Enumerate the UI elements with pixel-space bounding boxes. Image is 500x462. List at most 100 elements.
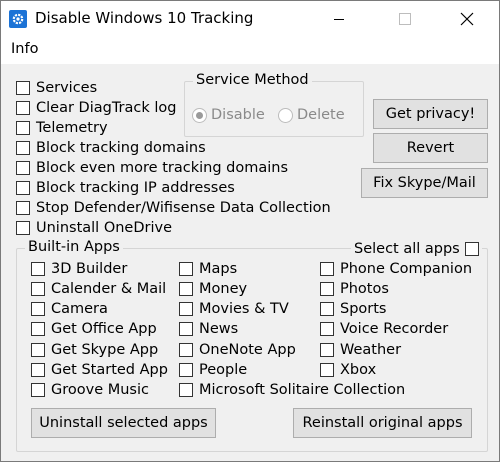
option-label: Clear DiagTrack log	[36, 100, 177, 116]
app-label: Money	[199, 281, 248, 297]
option-telemetry[interactable]: Telemetry	[16, 118, 108, 138]
checkbox[interactable]	[179, 322, 193, 336]
builtin-apps-label: Built-in Apps	[25, 239, 123, 255]
minimize-button[interactable]	[316, 1, 362, 36]
checkbox[interactable]	[320, 322, 334, 336]
radio-button[interactable]	[192, 107, 207, 123]
option-label: Block tracking IP addresses	[36, 180, 235, 196]
checkbox[interactable]	[31, 343, 45, 357]
select-all-apps[interactable]: Select all apps	[351, 239, 482, 259]
app-label: Voice Recorder	[340, 321, 449, 337]
app-phone-companion[interactable]: Phone Companion	[320, 259, 472, 279]
select-all-label: Select all apps	[354, 241, 460, 257]
app-money[interactable]: Money	[179, 279, 247, 299]
checkbox[interactable]	[464, 242, 479, 256]
checkbox[interactable]	[16, 141, 30, 155]
app-label: Xbox	[340, 362, 377, 378]
app-people[interactable]: People	[179, 360, 247, 380]
option-block-domains[interactable]: Block tracking domains	[16, 138, 206, 158]
app-xbox[interactable]: Xbox	[320, 360, 376, 380]
checkbox[interactable]	[179, 262, 193, 276]
option-label: Block tracking domains	[36, 140, 206, 156]
checkbox[interactable]	[179, 282, 193, 296]
checkbox[interactable]	[31, 363, 45, 377]
option-services[interactable]: Services	[16, 78, 97, 98]
radio-disable[interactable]: Disable	[192, 105, 265, 125]
checkbox[interactable]	[16, 221, 30, 235]
app-calender-mail[interactable]: Calender & Mail	[31, 279, 166, 299]
option-uninstall-onedrive[interactable]: Uninstall OneDrive	[16, 218, 172, 238]
checkbox[interactable]	[16, 121, 30, 135]
maximize-icon	[399, 12, 411, 25]
app-label: People	[199, 362, 248, 378]
gear-icon	[9, 10, 27, 28]
app-window: Disable Windows 10 Tracking Info Service…	[0, 0, 500, 462]
option-label: Block even more tracking domains	[36, 160, 289, 176]
checkbox[interactable]	[16, 181, 30, 195]
app-get-skype[interactable]: Get Skype App	[31, 340, 158, 360]
checkbox[interactable]	[179, 363, 193, 377]
radio-delete[interactable]: Delete	[278, 105, 345, 125]
checkbox[interactable]	[31, 282, 45, 296]
checkbox[interactable]	[320, 282, 334, 296]
app-groove-music[interactable]: Groove Music	[31, 380, 149, 400]
app-label: 3D Builder	[51, 261, 128, 277]
option-stop-defender[interactable]: Stop Defender/Wifisense Data Collection	[16, 198, 331, 218]
close-button[interactable]	[444, 1, 490, 36]
app-weather[interactable]: Weather	[320, 340, 401, 360]
checkbox[interactable]	[31, 302, 45, 316]
reinstall-original-apps-button[interactable]: Reinstall original apps	[293, 408, 472, 438]
checkbox[interactable]	[320, 262, 334, 276]
app-onenote[interactable]: OneNote App	[179, 340, 296, 360]
app-movies-tv[interactable]: Movies & TV	[179, 299, 289, 319]
app-label: Weather	[340, 342, 402, 358]
checkbox[interactable]	[179, 383, 193, 397]
uninstall-selected-apps-button[interactable]: Uninstall selected apps	[31, 408, 216, 438]
radio-button[interactable]	[278, 107, 293, 123]
get-privacy-button[interactable]: Get privacy!	[373, 99, 488, 129]
app-get-office[interactable]: Get Office App	[31, 319, 157, 339]
checkbox[interactable]	[31, 383, 45, 397]
option-label: Stop Defender/Wifisense Data Collection	[36, 200, 331, 216]
window-title: Disable Windows 10 Tracking	[35, 9, 254, 27]
radio-selected-dot	[196, 111, 203, 119]
app-label: Camera	[51, 301, 108, 317]
minimize-icon	[334, 18, 344, 20]
option-block-ips[interactable]: Block tracking IP addresses	[16, 178, 235, 198]
app-camera[interactable]: Camera	[31, 299, 108, 319]
checkbox[interactable]	[31, 262, 45, 276]
option-clear-diagtrack[interactable]: Clear DiagTrack log	[16, 98, 176, 118]
app-label: Get Skype App	[51, 342, 159, 358]
app-sports[interactable]: Sports	[320, 299, 386, 319]
menu-info[interactable]: Info	[11, 41, 38, 57]
app-label: Phone Companion	[340, 261, 473, 277]
title-bar[interactable]: Disable Windows 10 Tracking	[1, 1, 499, 36]
fix-skype-mail-button[interactable]: Fix Skype/Mail	[361, 168, 488, 198]
checkbox[interactable]	[320, 302, 334, 316]
checkbox[interactable]	[179, 343, 193, 357]
checkbox[interactable]	[31, 322, 45, 336]
checkbox[interactable]	[320, 363, 334, 377]
checkbox[interactable]	[179, 302, 193, 316]
checkbox[interactable]	[16, 161, 30, 175]
checkbox[interactable]	[16, 201, 30, 215]
app-get-started[interactable]: Get Started App	[31, 360, 168, 380]
app-photos[interactable]: Photos	[320, 279, 389, 299]
service-method-label: Service Method	[193, 72, 312, 88]
app-label: Photos	[340, 281, 389, 297]
checkbox[interactable]	[320, 343, 334, 357]
app-news[interactable]: News	[179, 319, 238, 339]
app-label: Groove Music	[51, 382, 149, 398]
app-maps[interactable]: Maps	[179, 259, 237, 279]
maximize-button[interactable]	[382, 1, 428, 36]
app-voice-recorder[interactable]: Voice Recorder	[320, 319, 448, 339]
revert-button[interactable]: Revert	[373, 133, 488, 163]
checkbox[interactable]	[16, 81, 30, 95]
option-block-more-domains[interactable]: Block even more tracking domains	[16, 158, 288, 178]
menu-bar: Info	[1, 36, 499, 64]
checkbox[interactable]	[16, 101, 30, 115]
close-icon	[460, 12, 474, 25]
app-solitaire[interactable]: Microsoft Solitaire Collection	[179, 380, 405, 400]
app-3d-builder[interactable]: 3D Builder	[31, 259, 127, 279]
app-label: Movies & TV	[199, 301, 289, 317]
